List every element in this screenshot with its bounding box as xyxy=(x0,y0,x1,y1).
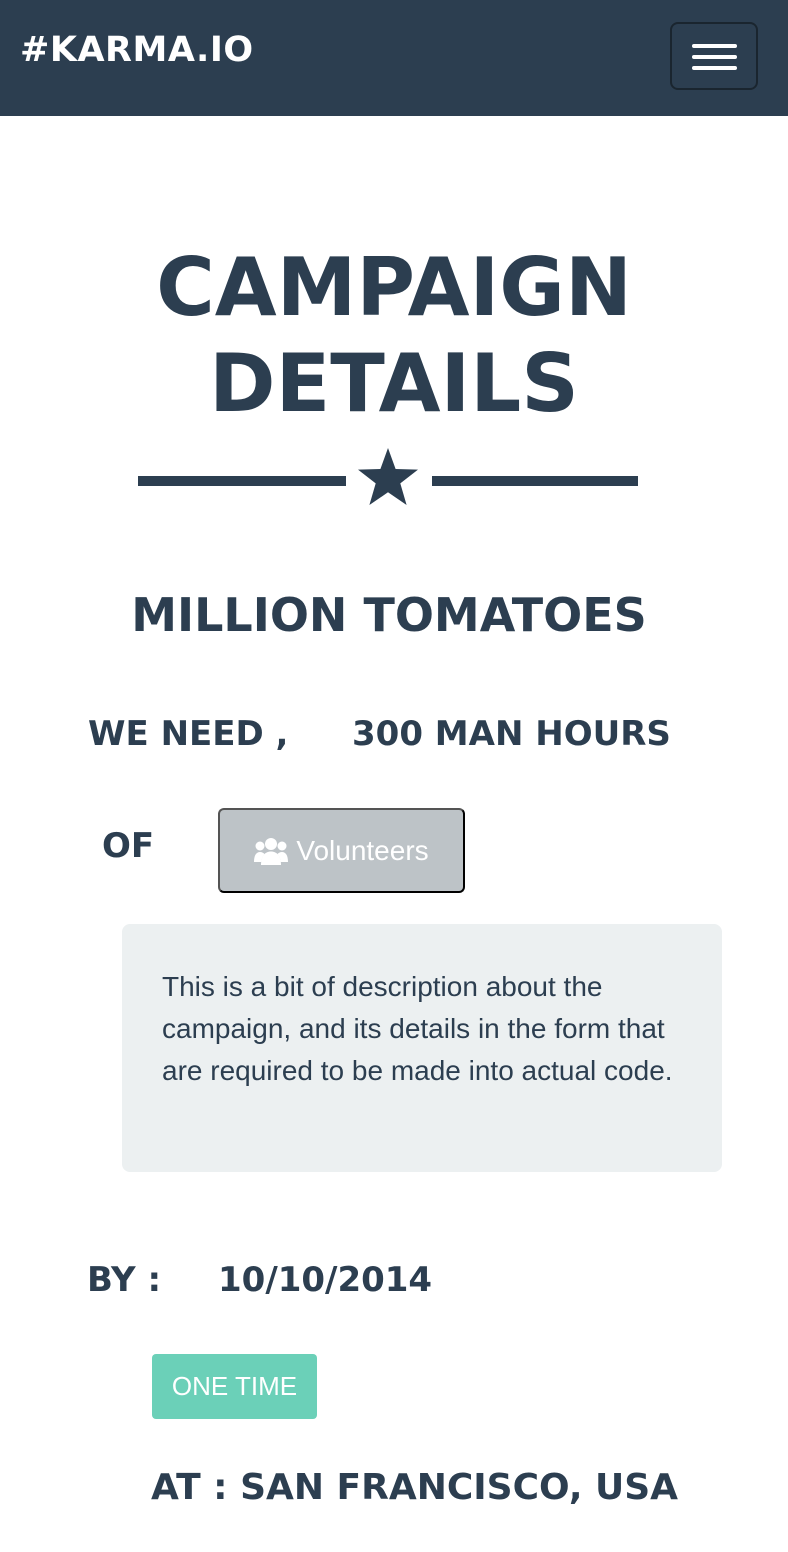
by-label: BY : xyxy=(87,1260,162,1300)
star-icon xyxy=(358,448,418,505)
divider-line-left xyxy=(138,476,346,486)
description-panel: This is a bit of description about the c… xyxy=(122,924,722,1172)
campaign-location: AT : SAN FRANCISCO, USA xyxy=(151,1467,679,1508)
deadline-date: 10/10/2014 xyxy=(218,1260,433,1300)
menu-toggle-button[interactable] xyxy=(670,22,758,90)
page-title: CAMPAIGN DETAILS xyxy=(0,240,788,432)
volunteers-button[interactable]: Volunteers xyxy=(218,808,465,893)
of-label: OF xyxy=(102,826,155,866)
need-label: WE NEED , xyxy=(88,714,289,754)
volunteers-button-label: Volunteers xyxy=(296,834,429,866)
page-title-line2: DETAILS xyxy=(209,337,579,430)
brand-logo[interactable]: #KARMA.IO xyxy=(20,30,254,70)
need-value: 300 MAN HOURS xyxy=(352,714,671,754)
users-icon xyxy=(254,837,289,865)
campaign-description: This is a bit of description about the c… xyxy=(162,971,673,1086)
campaign-name: MILLION TOMATOES xyxy=(131,588,647,642)
divider-line-right xyxy=(432,476,638,486)
frequency-badge: ONE TIME xyxy=(152,1354,317,1419)
navbar: #KARMA.IO xyxy=(0,0,788,116)
page-title-line1: CAMPAIGN xyxy=(156,241,632,334)
